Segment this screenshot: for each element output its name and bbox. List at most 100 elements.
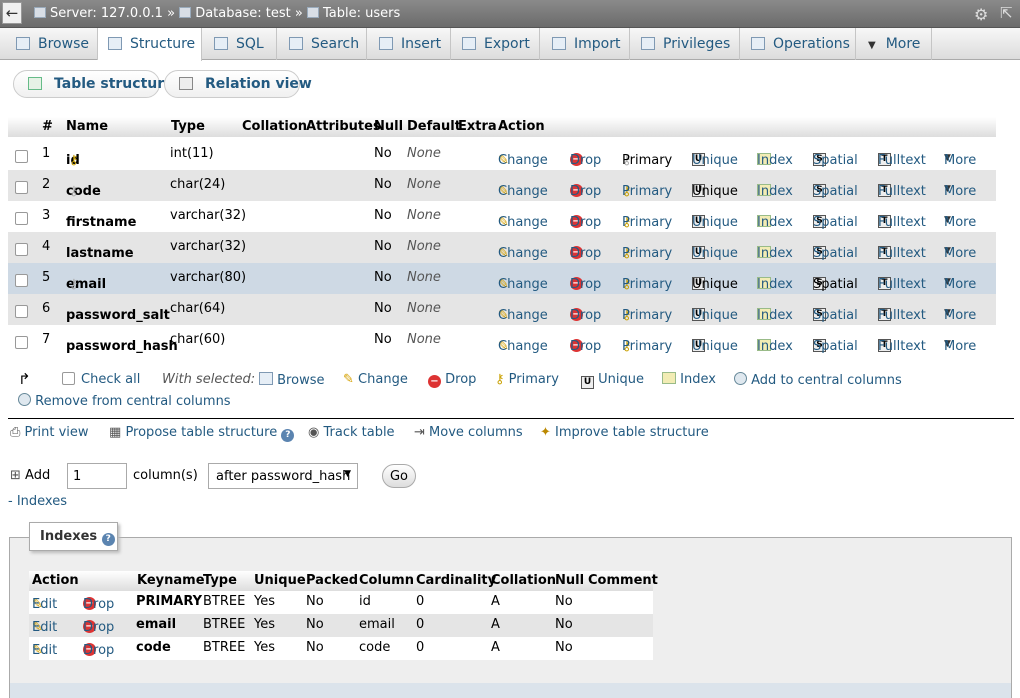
- spatial-label: Spatial: [813, 215, 858, 230]
- unique-label: Unique: [692, 277, 738, 292]
- tab-privileges[interactable]: Privileges: [630, 28, 740, 60]
- bulk-drop-button[interactable]: − Drop: [428, 372, 476, 388]
- idx-header-action: Action: [32, 573, 79, 588]
- primary-label: Primary: [622, 308, 673, 323]
- drop-icon: −: [428, 375, 441, 388]
- database-icon: [179, 7, 192, 18]
- index-label: Index: [757, 215, 793, 230]
- unique-icon: U: [581, 376, 594, 389]
- tab-operations[interactable]: Operations: [740, 28, 856, 60]
- column-type: varchar(32): [170, 239, 247, 254]
- tab-browse[interactable]: Browse: [0, 28, 98, 60]
- help-icon[interactable]: ?: [101, 533, 115, 546]
- propose-label: Propose table structure: [125, 425, 278, 440]
- column-default: None: [407, 332, 441, 347]
- breadcrumb-server[interactable]: Server: 127.0.0.1: [50, 6, 163, 21]
- column-name-text: lastname: [66, 246, 134, 261]
- print-view-link[interactable]: ⎙ Print view: [10, 425, 89, 440]
- tab-more[interactable]: ▼ More: [856, 28, 932, 60]
- index-keyname: email: [136, 617, 177, 632]
- back-button[interactable]: ←: [2, 2, 22, 24]
- move-columns-link[interactable]: ⇥ Move columns: [414, 425, 523, 440]
- tab-search[interactable]: Search: [277, 28, 367, 60]
- divider: [8, 418, 1014, 419]
- primary-label: Primary: [622, 277, 673, 292]
- column-position-select[interactable]: after password_hash ▼: [208, 463, 358, 489]
- column-count-input[interactable]: [67, 463, 127, 489]
- index-label: Index: [757, 277, 793, 292]
- bulk-primary-button[interactable]: ⚷ Primary: [495, 372, 559, 387]
- header-collation[interactable]: Collation: [242, 119, 307, 134]
- tab-export[interactable]: Export: [451, 28, 540, 60]
- check-all-checkbox[interactable]: [62, 372, 75, 385]
- tab-insert[interactable]: Insert: [367, 28, 451, 60]
- row-checkbox[interactable]: [15, 243, 28, 256]
- row-checkbox[interactable]: [15, 305, 28, 318]
- bulk-browse-label: Browse: [277, 373, 325, 388]
- header-name[interactable]: Name: [66, 119, 108, 134]
- header-extra[interactable]: Extra: [458, 119, 497, 134]
- chevron-down-icon: ▼: [868, 40, 876, 51]
- header-default[interactable]: Default: [407, 119, 461, 134]
- row-num: 2: [42, 177, 51, 192]
- header-attributes[interactable]: Attributes: [306, 119, 381, 134]
- tab-structure[interactable]: Structure: [98, 28, 202, 61]
- column-default: None: [407, 301, 441, 316]
- propose-structure-link[interactable]: ▦ Propose table structure ?: [109, 425, 295, 442]
- tab-sql[interactable]: SQL: [202, 28, 277, 60]
- header-null[interactable]: Null: [374, 119, 403, 134]
- go-button[interactable]: Go: [382, 464, 416, 488]
- unique-key-icon: ⚷: [69, 184, 79, 199]
- subtab-relation-view[interactable]: Relation view: [164, 70, 312, 98]
- header-type[interactable]: Type: [171, 119, 205, 134]
- main-tabs: Browse Structure SQL Search Insert Expor…: [0, 28, 1020, 61]
- more-label: More: [944, 339, 977, 354]
- check-all-label[interactable]: Check all: [81, 372, 140, 387]
- drop-label: Drop: [570, 184, 602, 199]
- change-label: Change: [498, 277, 548, 292]
- more-label: More: [944, 215, 977, 230]
- idx-header-collation: Collation: [491, 573, 557, 588]
- idx-header-unique: Unique: [254, 573, 306, 588]
- row-checkbox[interactable]: [15, 150, 28, 163]
- improve-structure-link[interactable]: ✦ Improve table structure: [540, 425, 709, 440]
- primary-label: Primary: [622, 153, 673, 168]
- move-label: Move columns: [429, 425, 523, 440]
- row-num: 6: [42, 301, 51, 316]
- tab-import[interactable]: Import: [540, 28, 630, 60]
- breadcrumb-database[interactable]: Database: test: [195, 6, 291, 21]
- bulk-remove-central-button[interactable]: Remove from central columns: [18, 393, 231, 409]
- breadcrumb-table[interactable]: Table: users: [323, 6, 400, 21]
- indexes-legend-label: Indexes: [40, 529, 98, 544]
- bulk-index-button[interactable]: Index: [662, 372, 716, 387]
- fulltext-label: Fulltext: [878, 215, 926, 230]
- tab-label: Operations: [773, 36, 850, 52]
- import-icon: [552, 37, 566, 50]
- bulk-unique-button[interactable]: U Unique: [581, 372, 644, 389]
- idx-header-cardinality: Cardinality: [416, 573, 497, 588]
- indexes-toggle[interactable]: - Indexes: [8, 494, 67, 509]
- index-keyname: PRIMARY: [136, 594, 203, 609]
- structure-icon: [28, 77, 42, 90]
- row-checkbox[interactable]: [15, 274, 28, 287]
- add-column-label: ⊞ Add: [10, 468, 50, 483]
- index-cardinality: 0: [416, 594, 425, 609]
- drop-label: Drop: [570, 215, 602, 230]
- bulk-add-central-button[interactable]: Add to central columns: [734, 372, 902, 388]
- track-table-link[interactable]: ◉ Track table: [308, 425, 395, 440]
- index-label: Index: [757, 246, 793, 261]
- server-icon: [34, 7, 46, 18]
- track-label: Track table: [323, 425, 395, 440]
- bulk-change-button[interactable]: ✎ Change: [343, 372, 408, 387]
- column-null: No: [374, 301, 392, 316]
- column-type: varchar(32): [170, 208, 247, 223]
- gear-icon[interactable]: ⚙: [974, 5, 988, 24]
- row-checkbox[interactable]: [15, 181, 28, 194]
- row-checkbox[interactable]: [15, 336, 28, 349]
- index-icon: [662, 372, 676, 384]
- bulk-browse-button[interactable]: Browse: [259, 372, 324, 388]
- help-icon[interactable]: ?: [281, 429, 295, 442]
- collapse-icon[interactable]: ⇱: [1000, 4, 1013, 22]
- subtab-table-structure[interactable]: Table structure: [13, 70, 174, 98]
- row-checkbox[interactable]: [15, 212, 28, 225]
